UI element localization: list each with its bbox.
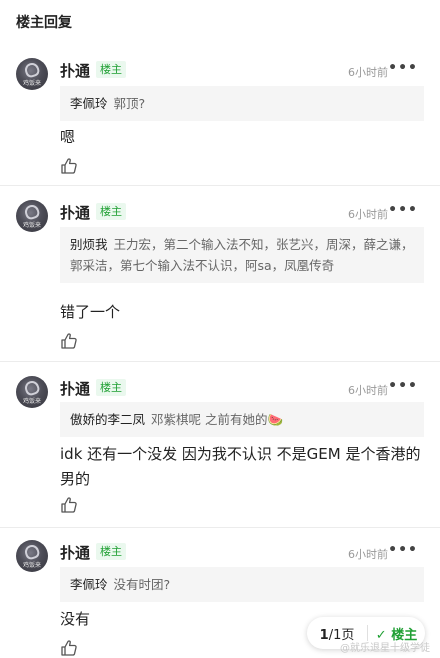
- page-title: 楼主回复: [16, 15, 72, 31]
- quoted-author: 李佩玲: [70, 96, 108, 111]
- quoted-text: 郭顶?: [113, 96, 146, 111]
- more-options-icon[interactable]: •••: [388, 202, 418, 218]
- more-options-icon[interactable]: •••: [388, 542, 418, 558]
- quoted-author: 别烦我: [70, 237, 108, 252]
- reply-item: 鸡饭来 扑通 楼主 6小时前 ••• 傲娇的李二凤 邓紫棋呢 之前有她的🍉 idk…: [0, 376, 440, 528]
- avatar[interactable]: 鸡饭来: [16, 200, 48, 232]
- quoted-reply[interactable]: 李佩玲 郭顶?: [60, 86, 424, 121]
- like-icon[interactable]: [60, 157, 78, 175]
- quoted-text: 没有时团?: [113, 577, 171, 592]
- like-icon[interactable]: [60, 639, 78, 657]
- reply-item: 鸡饭来 扑通 楼主 6小时前 ••• 别烦我 王力宏，第二个输入法不知，张艺兴，周…: [0, 200, 440, 362]
- quoted-author: 李佩玲: [70, 577, 108, 592]
- more-options-icon[interactable]: •••: [388, 60, 418, 76]
- timestamp: 6小时前: [348, 208, 388, 221]
- like-icon[interactable]: [60, 332, 78, 350]
- reply-text: idk 还有一个没发 因为我不认识 不是GEM 是个香港的男的: [60, 445, 421, 488]
- op-badge: 楼主: [96, 543, 126, 560]
- timestamp: 6小时前: [348, 66, 388, 79]
- avatar[interactable]: 鸡饭来: [16, 540, 48, 572]
- quoted-text: 邓紫棋呢 之前有她的🍉: [151, 412, 284, 427]
- quoted-reply[interactable]: 傲娇的李二凤 邓紫棋呢 之前有她的🍉: [60, 402, 424, 437]
- quoted-author: 傲娇的李二凤: [70, 412, 146, 427]
- author-name[interactable]: 扑通: [60, 202, 90, 223]
- current-page: 1: [319, 627, 329, 643]
- quoted-reply[interactable]: 别烦我 王力宏，第二个输入法不知，张艺兴，周深，薛之谦，郭采洁，第七个输入法不认识…: [60, 227, 424, 283]
- header: 楼主回复: [0, 0, 440, 42]
- author-name[interactable]: 扑通: [60, 542, 90, 563]
- op-badge: 楼主: [96, 379, 126, 396]
- watermark: @就乐退星十级学徒: [340, 643, 430, 654]
- avatar[interactable]: 鸡饭来: [16, 58, 48, 90]
- reply-text: 错了一个: [60, 303, 121, 321]
- author-name[interactable]: 扑通: [60, 378, 90, 399]
- reply-text: 嗯: [60, 128, 76, 146]
- reply-item: 鸡饭来 扑通 楼主 6小时前 ••• 李佩玲 郭顶? 嗯: [0, 58, 440, 186]
- op-badge: 楼主: [96, 203, 126, 220]
- avatar[interactable]: 鸡饭来: [16, 376, 48, 408]
- like-icon[interactable]: [60, 496, 78, 514]
- op-badge: 楼主: [96, 61, 126, 78]
- more-options-icon[interactable]: •••: [388, 378, 418, 394]
- quoted-reply[interactable]: 李佩玲 没有时团?: [60, 567, 424, 602]
- author-name[interactable]: 扑通: [60, 60, 90, 81]
- timestamp: 6小时前: [348, 548, 388, 561]
- quoted-text: 王力宏，第二个输入法不知，张艺兴，周深，薛之谦，郭采洁，第七个输入法不认识，阿s…: [70, 237, 414, 273]
- timestamp: 6小时前: [348, 384, 388, 397]
